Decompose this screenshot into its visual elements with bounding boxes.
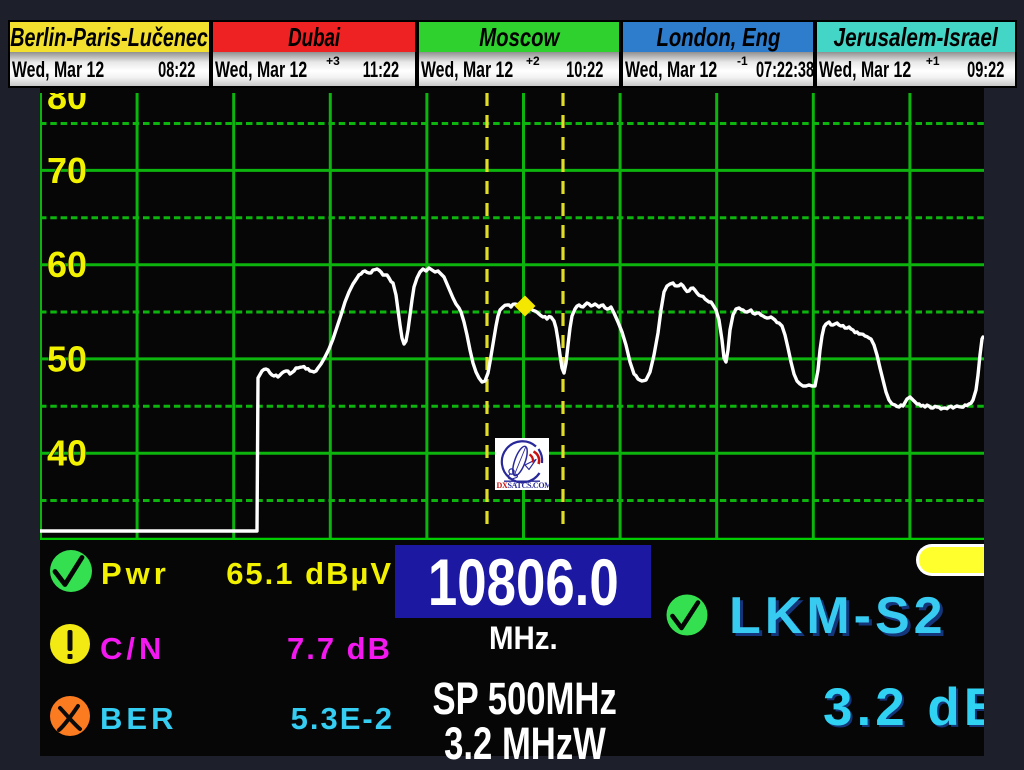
- svg-text:40: 40: [47, 433, 87, 474]
- svg-text:70: 70: [47, 150, 87, 191]
- svg-text:50: 50: [47, 338, 87, 379]
- svg-text:60: 60: [47, 244, 87, 285]
- svg-text:80: 80: [47, 93, 87, 117]
- svg-text:DXSATCS.COM: DXSATCS.COM: [497, 481, 550, 490]
